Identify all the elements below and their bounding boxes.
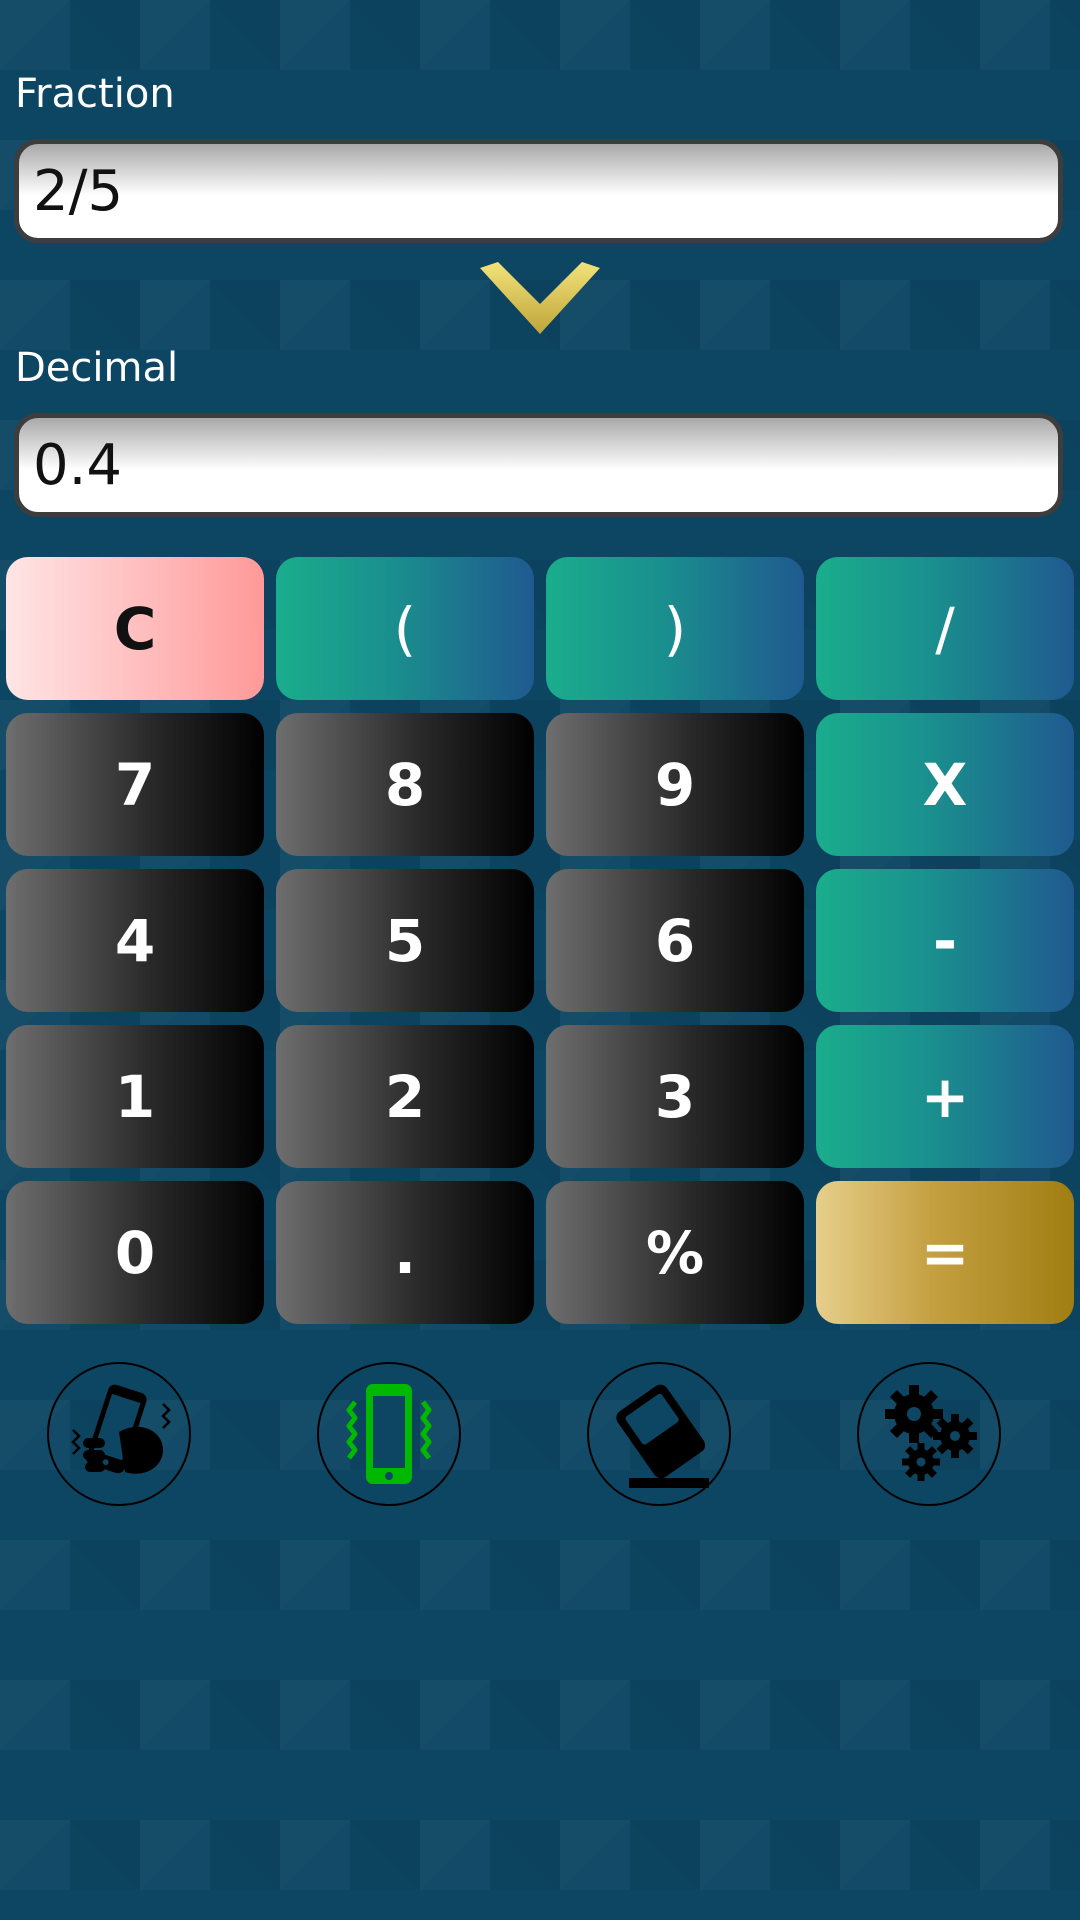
digit-9-button[interactable]: 9	[546, 713, 804, 856]
vibrate-toggle-button[interactable]	[317, 1362, 461, 1506]
vibrate-icon	[346, 1384, 432, 1484]
digit-3-button[interactable]: 3	[546, 1025, 804, 1168]
fraction-input[interactable]: 2/5	[14, 139, 1063, 243]
settings-button[interactable]	[857, 1362, 1001, 1506]
shake-to-clear-button[interactable]	[47, 1362, 191, 1506]
shake-phone-icon	[71, 1384, 171, 1474]
decimal-label: Decimal	[15, 345, 179, 391]
digit-0-button[interactable]: 0	[6, 1181, 264, 1324]
open-paren-button[interactable]: (	[276, 557, 534, 700]
multiply-button[interactable]: X	[816, 713, 1074, 856]
clear-button[interactable]: C	[6, 557, 264, 700]
close-paren-button[interactable]: )	[546, 557, 804, 700]
eraser-icon	[616, 1384, 709, 1488]
eraser-button[interactable]	[587, 1362, 731, 1506]
plus-button[interactable]: +	[816, 1025, 1074, 1168]
decimal-point-button[interactable]: .	[276, 1181, 534, 1324]
minus-button[interactable]: -	[816, 869, 1074, 1012]
decimal-input[interactable]: 0.4	[14, 413, 1063, 517]
fraction-label: Fraction	[15, 71, 175, 117]
percent-button[interactable]: %	[546, 1181, 804, 1324]
equals-button[interactable]: =	[816, 1181, 1074, 1324]
divide-button[interactable]: /	[816, 557, 1074, 700]
digit-8-button[interactable]: 8	[276, 713, 534, 856]
digit-4-button[interactable]: 4	[6, 869, 264, 1012]
chevron-down-icon[interactable]	[480, 262, 600, 334]
digit-6-button[interactable]: 6	[546, 869, 804, 1012]
digit-7-button[interactable]: 7	[6, 713, 264, 856]
settings-gears-icon	[885, 1385, 977, 1481]
digit-2-button[interactable]: 2	[276, 1025, 534, 1168]
digit-5-button[interactable]: 5	[276, 869, 534, 1012]
digit-1-button[interactable]: 1	[6, 1025, 264, 1168]
